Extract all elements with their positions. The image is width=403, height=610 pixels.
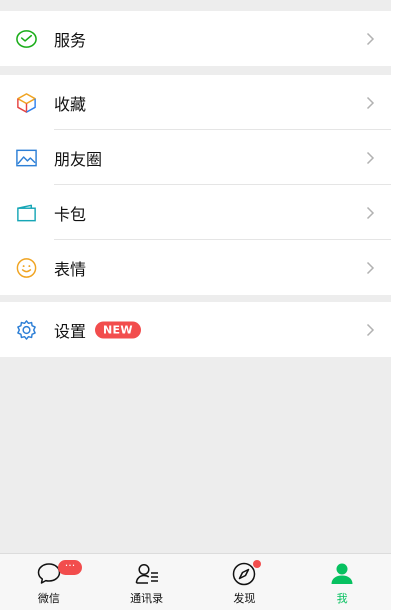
menu-item-stickers[interactable]: 表情 xyxy=(0,240,391,295)
unread-badge: ··· xyxy=(58,560,82,575)
gear-icon xyxy=(17,319,36,340)
menu-item-settings[interactable]: 设置 NEW xyxy=(0,302,391,357)
me-page: 服务 收藏 朋友圈 卡包 表情 设置 NEW ··· 微信 通讯录 发现 我 xyxy=(0,0,391,610)
settings-group: 设置 NEW xyxy=(0,302,391,357)
menu-item-label: 朋友圈 xyxy=(54,149,103,169)
menu-item-favorites[interactable]: 收藏 xyxy=(0,75,391,130)
services-group: 服务 xyxy=(0,11,391,66)
notification-dot xyxy=(252,560,261,568)
new-badge: NEW xyxy=(95,321,141,338)
features-group: 收藏 朋友圈 卡包 表情 xyxy=(0,75,391,295)
menu-item-label: 服务 xyxy=(54,30,87,50)
image-icon xyxy=(16,149,37,166)
smiley-icon xyxy=(16,257,37,278)
tab-chats[interactable]: ··· 微信 xyxy=(0,554,98,610)
tab-label: 发现 xyxy=(233,592,256,605)
tab-label: 微信 xyxy=(37,592,60,605)
chevron-right-icon xyxy=(366,96,375,109)
tab-label: 通讯录 xyxy=(130,592,164,605)
card-wallet-icon xyxy=(17,204,36,221)
tab-contacts[interactable]: 通讯录 xyxy=(98,554,196,610)
bottom-tab-bar: ··· 微信 通讯录 发现 我 xyxy=(0,553,391,610)
page-edge xyxy=(391,0,403,609)
menu-item-label: 设置 xyxy=(54,321,87,341)
wechat-pay-icon xyxy=(16,29,37,48)
menu-item-moments[interactable]: 朋友圈 xyxy=(0,130,391,185)
chevron-right-icon xyxy=(366,32,375,45)
menu-item-label: 表情 xyxy=(54,259,87,279)
menu-item-label: 收藏 xyxy=(54,94,87,114)
menu-item-services[interactable]: 服务 xyxy=(0,11,391,66)
chevron-right-icon xyxy=(366,323,375,336)
chevron-right-icon xyxy=(366,261,375,274)
chevron-right-icon xyxy=(366,151,375,164)
cube-icon xyxy=(17,92,36,113)
tab-me[interactable]: 我 xyxy=(293,554,391,610)
menu-item-cards[interactable]: 卡包 xyxy=(0,185,391,240)
menu-item-label: 卡包 xyxy=(54,204,87,224)
tab-discover[interactable]: 发现 xyxy=(196,554,294,610)
tab-label: 我 xyxy=(336,592,348,605)
chevron-right-icon xyxy=(366,206,375,219)
contacts-icon xyxy=(135,563,158,584)
person-icon xyxy=(331,563,353,584)
